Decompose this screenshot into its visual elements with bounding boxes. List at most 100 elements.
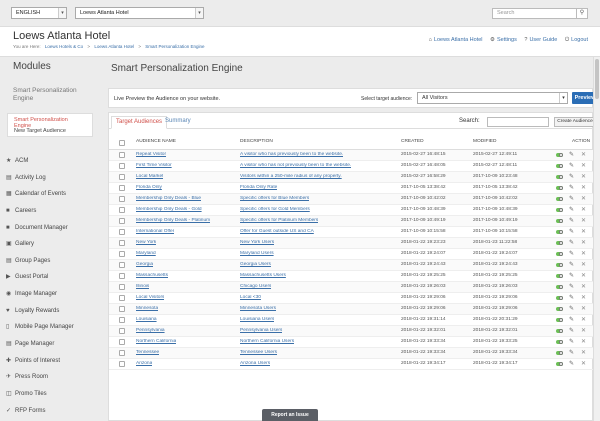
column-header-modified[interactable]: Modified bbox=[473, 139, 496, 144]
row-checkbox[interactable] bbox=[119, 339, 125, 345]
delete-icon[interactable]: ✕ bbox=[581, 151, 586, 158]
language-select[interactable]: ENGLISH ▾ bbox=[11, 7, 67, 19]
sidebar-item[interactable]: ✈ Press Room bbox=[6, 369, 98, 386]
edit-icon[interactable]: ✎ bbox=[569, 184, 574, 191]
delete-icon[interactable]: ✕ bbox=[581, 272, 586, 279]
audience-description-link[interactable]: A visitor who has previously been to the… bbox=[240, 152, 343, 157]
audience-name-link[interactable]: Arizona bbox=[136, 361, 152, 366]
edit-icon[interactable]: ✎ bbox=[569, 272, 574, 279]
sidebar-item[interactable]: ▯ Mobile Page Manager bbox=[6, 319, 98, 336]
row-checkbox[interactable] bbox=[119, 229, 125, 235]
sidebar-subitem-spe[interactable]: Smart Personalization Engine bbox=[8, 114, 92, 129]
active-toggle[interactable] bbox=[556, 329, 563, 333]
column-header-created[interactable]: Created bbox=[401, 139, 424, 144]
search-input[interactable]: Search bbox=[492, 8, 585, 19]
audience-description-link[interactable]: Massachusetts Users bbox=[240, 273, 286, 278]
audience-name-link[interactable]: Tennessee bbox=[136, 350, 159, 355]
settings-link[interactable]: ⚙ Settings bbox=[490, 37, 517, 43]
active-toggle[interactable] bbox=[556, 186, 563, 190]
sidebar-item[interactable]: ▤ Group Pages bbox=[6, 253, 98, 270]
edit-icon[interactable]: ✎ bbox=[569, 327, 574, 334]
active-toggle[interactable] bbox=[556, 362, 563, 366]
search-icon[interactable]: ⚲ bbox=[576, 8, 588, 19]
audience-name-link[interactable]: Local Visitors bbox=[136, 295, 164, 300]
row-checkbox[interactable] bbox=[119, 273, 125, 279]
property-select[interactable]: Loews Atlanta Hotel ▾ bbox=[75, 7, 204, 19]
edit-icon[interactable]: ✎ bbox=[569, 239, 574, 246]
delete-icon[interactable]: ✕ bbox=[581, 184, 586, 191]
delete-icon[interactable]: ✕ bbox=[581, 283, 586, 290]
audience-name-link[interactable]: First Time Visitor bbox=[136, 163, 172, 168]
breadcrumb-current[interactable]: Smart Personalization Engine bbox=[145, 44, 204, 49]
audience-name-link[interactable]: Repeat Visitor bbox=[136, 152, 166, 157]
delete-icon[interactable]: ✕ bbox=[581, 294, 586, 301]
sidebar-item[interactable]: ▤ Activity Log bbox=[6, 170, 98, 187]
active-toggle[interactable] bbox=[556, 230, 563, 234]
audience-description-link[interactable]: Maryland Users bbox=[240, 251, 274, 256]
edit-icon[interactable]: ✎ bbox=[569, 360, 574, 367]
edit-icon[interactable]: ✎ bbox=[569, 283, 574, 290]
sidebar-group-title[interactable]: Smart Personalization Engine bbox=[13, 87, 93, 103]
edit-icon[interactable]: ✎ bbox=[569, 151, 574, 158]
edit-icon[interactable]: ✎ bbox=[569, 228, 574, 235]
active-toggle[interactable] bbox=[556, 197, 563, 201]
select-all-checkbox[interactable] bbox=[119, 140, 125, 146]
logout-link[interactable]: ⏻ Logout bbox=[565, 37, 588, 43]
audience-name-link[interactable]: Minnesota bbox=[136, 306, 158, 311]
row-checkbox[interactable] bbox=[119, 284, 125, 290]
user-guide-link[interactable]: ? User Guide bbox=[524, 37, 557, 43]
row-checkbox[interactable] bbox=[119, 350, 125, 356]
edit-icon[interactable]: ✎ bbox=[569, 261, 574, 268]
column-header-name[interactable]: Audience Name bbox=[136, 139, 176, 144]
delete-icon[interactable]: ✕ bbox=[581, 162, 586, 169]
audience-name-link[interactable]: Georgia bbox=[136, 262, 153, 267]
row-checkbox[interactable] bbox=[119, 207, 125, 213]
audience-description-link[interactable]: Specific offers for Gold Members bbox=[240, 207, 310, 212]
tab-summary[interactable]: Summary bbox=[161, 116, 195, 129]
audience-description-link[interactable]: A visitor who has not previously been to… bbox=[240, 163, 351, 168]
delete-icon[interactable]: ✕ bbox=[581, 327, 586, 334]
sidebar-item[interactable]: ✚ Points of Interest bbox=[6, 353, 98, 370]
active-toggle[interactable] bbox=[556, 164, 563, 168]
delete-icon[interactable]: ✕ bbox=[581, 250, 586, 257]
sidebar-item[interactable]: ♥ Loyalty Rewards bbox=[6, 303, 98, 320]
delete-icon[interactable]: ✕ bbox=[581, 173, 586, 180]
delete-icon[interactable]: ✕ bbox=[581, 239, 586, 246]
active-toggle[interactable] bbox=[556, 340, 563, 344]
active-toggle[interactable] bbox=[556, 274, 563, 278]
audience-description-link[interactable]: Visitors within a 250-mile radius of any… bbox=[240, 174, 342, 179]
tab-target-audiences[interactable]: Target Audiences bbox=[111, 116, 168, 129]
audience-description-link[interactable]: Local <30 bbox=[240, 295, 261, 300]
audience-description-link[interactable]: Arizona Users bbox=[240, 361, 270, 366]
delete-icon[interactable]: ✕ bbox=[581, 305, 586, 312]
active-toggle[interactable] bbox=[556, 241, 563, 245]
edit-icon[interactable]: ✎ bbox=[569, 250, 574, 257]
row-checkbox[interactable] bbox=[119, 262, 125, 268]
sidebar-item[interactable]: ■ Document Manager bbox=[6, 220, 98, 237]
row-checkbox[interactable] bbox=[119, 218, 125, 224]
delete-icon[interactable]: ✕ bbox=[581, 217, 586, 224]
audience-name-link[interactable]: Membership Only Deals - Platinum bbox=[136, 218, 210, 223]
page-scrollbar[interactable] bbox=[593, 57, 600, 421]
audience-name-link[interactable]: Illinois bbox=[136, 284, 149, 289]
sidebar-item[interactable]: ▤ Page Manager bbox=[6, 336, 98, 353]
audience-description-link[interactable]: New York Users bbox=[240, 240, 274, 245]
target-audience-select[interactable]: All Visitors ▾ bbox=[417, 92, 568, 104]
row-checkbox[interactable] bbox=[119, 196, 125, 202]
audience-name-link[interactable]: Florida Only bbox=[136, 185, 162, 190]
audience-name-link[interactable]: International Offer bbox=[136, 229, 174, 234]
delete-icon[interactable]: ✕ bbox=[581, 206, 586, 213]
audience-description-link[interactable]: Minnesota Users bbox=[240, 306, 276, 311]
active-toggle[interactable] bbox=[556, 263, 563, 267]
row-checkbox[interactable] bbox=[119, 152, 125, 158]
audience-name-link[interactable]: Louisiana bbox=[136, 317, 157, 322]
report-issue-button[interactable]: Report an Issue bbox=[262, 409, 318, 421]
sidebar-item[interactable]: ▦ Calendar of Events bbox=[6, 186, 98, 203]
delete-icon[interactable]: ✕ bbox=[581, 228, 586, 235]
audience-name-link[interactable]: Northern California bbox=[136, 339, 176, 344]
scrollbar-thumb[interactable] bbox=[595, 59, 599, 99]
audience-name-link[interactable]: Local Market bbox=[136, 174, 163, 179]
active-toggle[interactable] bbox=[556, 318, 563, 322]
breadcrumb-link-company[interactable]: Loews Hotels & Co bbox=[45, 44, 83, 49]
audience-name-link[interactable]: Maryland bbox=[136, 251, 156, 256]
